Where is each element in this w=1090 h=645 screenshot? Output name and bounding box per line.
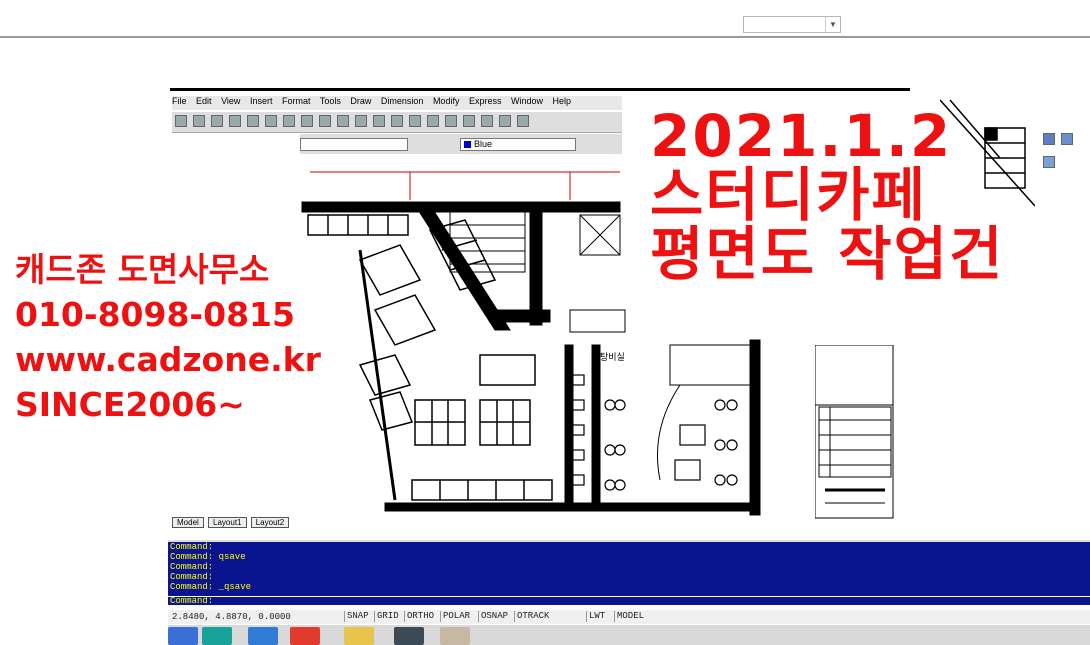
redo-icon[interactable] <box>337 115 349 127</box>
print-icon[interactable] <box>211 115 223 127</box>
since-text: SINCE2006~ <box>15 385 245 424</box>
cad-app-icon[interactable] <box>394 627 424 645</box>
right-toolbar <box>1040 130 1090 168</box>
menu-draw[interactable]: Draw <box>350 96 371 106</box>
tab-layout1[interactable]: Layout1 <box>208 517 247 528</box>
grid-toggle[interactable]: GRID <box>374 611 399 622</box>
model-toggle[interactable]: MODEL <box>614 611 644 622</box>
edge-icon[interactable] <box>202 627 232 645</box>
color-swatch <box>464 141 471 149</box>
paint-icon[interactable] <box>440 627 470 645</box>
status-bar: 2.8480, 4.8870, 0.0000 SNAP GRID ORTHO P… <box>168 610 1090 624</box>
project-type: 평면도 작업건 <box>650 220 1005 288</box>
project-date: 2021.1.2 <box>650 102 953 170</box>
command-line: Command: <box>170 562 214 572</box>
match-icon[interactable] <box>301 115 313 127</box>
zoom-icon[interactable] <box>373 115 385 127</box>
title-block-drawing <box>815 345 894 519</box>
calculator-icon[interactable] <box>517 115 529 127</box>
markup-icon[interactable] <box>499 115 511 127</box>
color-dropdown[interactable]: Blue <box>460 138 576 151</box>
otrack-toggle[interactable]: OTRACK <box>514 611 549 622</box>
cut-icon[interactable] <box>247 115 259 127</box>
copy-icon[interactable] <box>265 115 277 127</box>
folder-icon[interactable] <box>344 627 374 645</box>
layer-dropdown[interactable] <box>300 138 408 151</box>
menu-view[interactable]: View <box>221 96 240 106</box>
open-icon[interactable] <box>175 115 187 127</box>
standard-toolbar <box>172 112 622 133</box>
contact-overlay: 캐드존 도면사무소 010-8098-0815 www.cadzone.kr S… <box>15 247 321 427</box>
menu-modify[interactable]: Modify <box>433 96 460 106</box>
taskbar <box>168 625 1090 645</box>
color-value: Blue <box>474 139 493 149</box>
command-history: Command: Command: qsave Command: Command… <box>168 540 1090 598</box>
app-s-icon[interactable] <box>290 627 320 645</box>
menu-edit[interactable]: Edit <box>196 96 212 106</box>
room-label: 탕비실 <box>600 352 625 363</box>
preview-icon[interactable] <box>229 115 241 127</box>
3d-box-icon[interactable] <box>1043 133 1055 145</box>
osnap-toggle[interactable]: OSNAP <box>478 611 508 622</box>
top-window-strip <box>0 0 1090 38</box>
properties-icon[interactable] <box>427 115 439 127</box>
pan-icon[interactable] <box>355 115 367 127</box>
menu-tools[interactable]: Tools <box>320 96 341 106</box>
cad-menubar: File Edit View Insert Format Tools Draw … <box>172 96 622 110</box>
paste-icon[interactable] <box>283 115 295 127</box>
menu-file[interactable]: File <box>172 96 187 106</box>
tab-layout2[interactable]: Layout2 <box>250 517 290 528</box>
browser-icon[interactable] <box>248 627 278 645</box>
menu-window[interactable]: Window <box>511 96 543 106</box>
design-center-icon[interactable] <box>445 115 457 127</box>
ortho-toggle[interactable]: ORTHO <box>404 611 434 622</box>
menu-express[interactable]: Express <box>469 96 502 106</box>
menu-insert[interactable]: Insert <box>250 96 273 106</box>
3d-orbit-icon[interactable] <box>1061 133 1073 145</box>
menu-help[interactable]: Help <box>553 96 572 106</box>
chevron-down-icon[interactable]: ▼ <box>825 17 840 32</box>
menu-dimension[interactable]: Dimension <box>381 96 424 106</box>
company-name: 캐드존 도면사무소 <box>15 250 270 289</box>
tool-palette-icon[interactable] <box>463 115 475 127</box>
sheet-icon[interactable] <box>481 115 493 127</box>
zoom-window-icon[interactable] <box>391 115 403 127</box>
polar-toggle[interactable]: POLAR <box>440 611 470 622</box>
top-dropdown[interactable]: ▼ <box>743 16 841 33</box>
command-line: Command: _qsave <box>170 582 252 592</box>
command-input[interactable]: Command: <box>168 596 1090 606</box>
tab-model[interactable]: Model <box>172 517 204 528</box>
shade-icon[interactable] <box>1043 156 1055 168</box>
command-line: Command: <box>170 572 214 582</box>
project-name: 스터디카페 <box>650 161 927 229</box>
undo-icon[interactable] <box>319 115 331 127</box>
command-line: Command: qsave <box>170 552 246 562</box>
project-overlay: 2021.1.2 스터디카페 평면도 작업건 <box>650 107 1004 284</box>
layout-tabs: Model Layout1 Layout2 <box>172 517 372 530</box>
coordinates-readout: 2.8480, 4.8870, 0.0000 <box>172 612 291 622</box>
phone-number: 010-8098-0815 <box>15 295 295 334</box>
website: www.cadzone.kr <box>15 340 321 379</box>
save-icon[interactable] <box>193 115 205 127</box>
snap-toggle[interactable]: SNAP <box>344 611 369 622</box>
command-line: Command: <box>170 542 214 552</box>
zoom-previous-icon[interactable] <box>409 115 421 127</box>
menu-format[interactable]: Format <box>282 96 311 106</box>
lwt-toggle[interactable]: LWT <box>586 611 605 622</box>
start-icon[interactable] <box>168 627 198 645</box>
